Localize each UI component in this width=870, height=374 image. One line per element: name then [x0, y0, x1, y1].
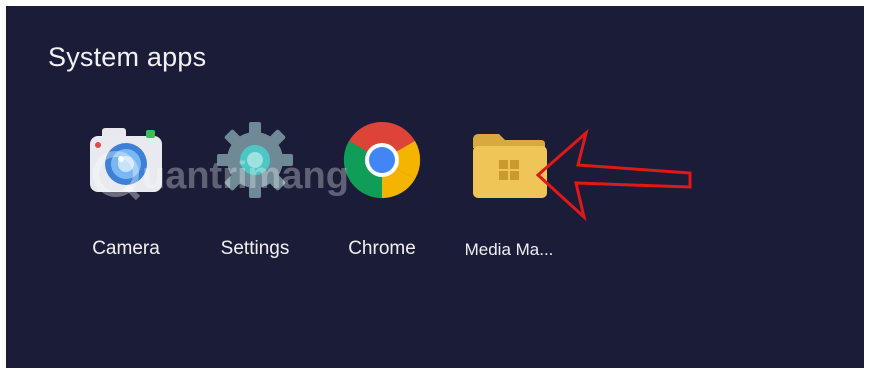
settings-gear-icon [217, 122, 293, 198]
app-settings[interactable]: Settings [195, 118, 315, 259]
chrome-icon [343, 122, 421, 199]
section-title: System apps [48, 42, 207, 72]
annotation-arrow [535, 129, 692, 221]
app-label: Chrome [348, 238, 416, 259]
app-label: Settings [220, 238, 290, 259]
app-camera[interactable]: Camera [66, 118, 186, 259]
app-label: Camera [92, 238, 160, 259]
system-apps-screen: System apps Camera Settings Chrome Media… [6, 6, 864, 368]
app-chrome[interactable]: Chrome [322, 118, 442, 259]
app-label: Media Ma... [464, 240, 554, 259]
camera-icon [90, 128, 162, 192]
